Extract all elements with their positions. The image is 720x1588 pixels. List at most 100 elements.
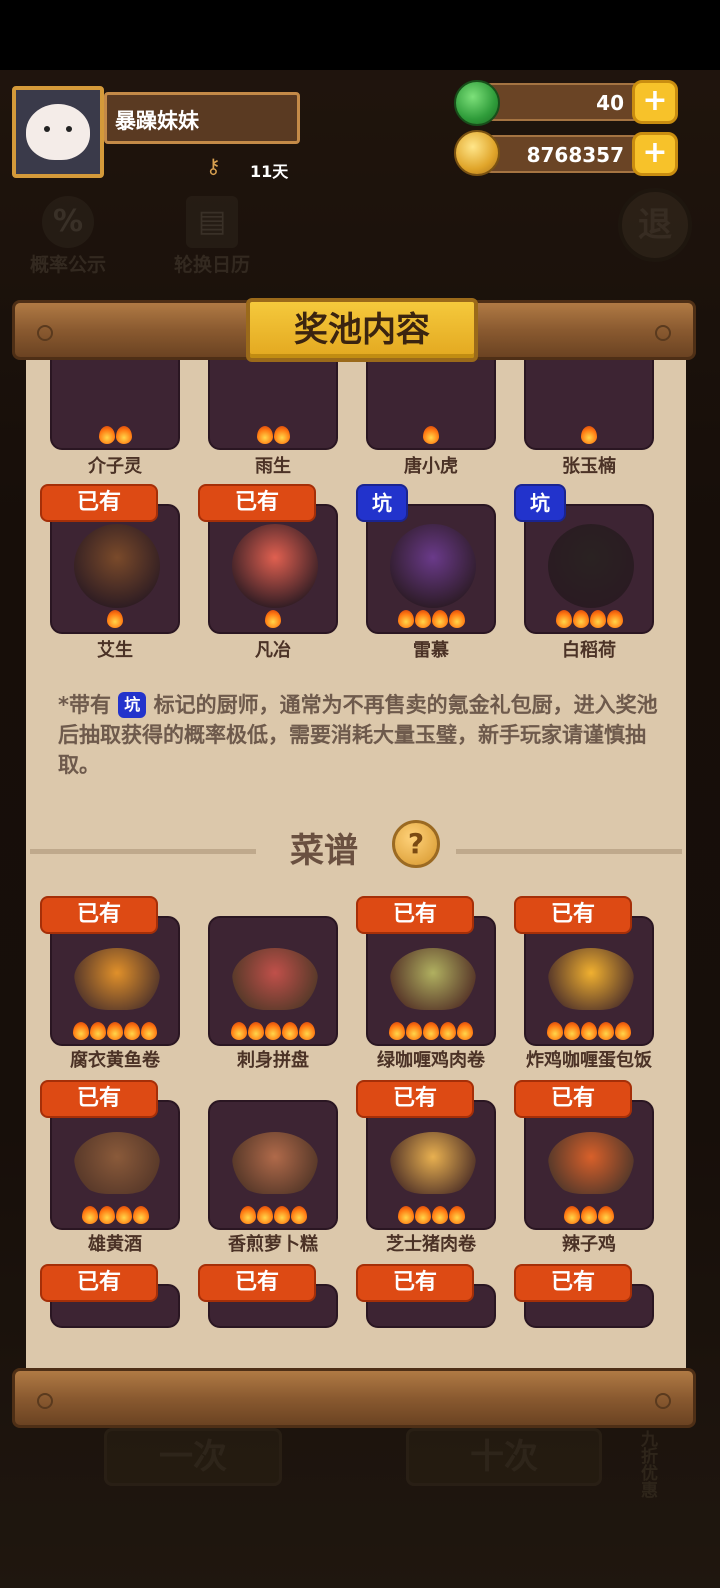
owned-tag: 已有: [356, 1264, 474, 1302]
dish-image: [390, 1132, 476, 1194]
recipe-card[interactable]: [524, 916, 654, 1046]
item-name: 张玉楠: [562, 456, 616, 477]
pool-content-panel[interactable]: 介子灵 雨生 唐小虎 张玉楠 已有 艾生 已有 凡冶坑雷慕坑白稻荷 *带有 坑 标记的厨师，通常…: [26, 356, 686, 1372]
dish-image: [548, 1132, 634, 1194]
owned-tag: 已有: [356, 1080, 474, 1118]
chef-card[interactable]: [208, 356, 338, 450]
key-icon: ⚷: [206, 154, 221, 178]
pit-tag: 坑: [514, 484, 566, 522]
login-days: 11天: [250, 162, 289, 181]
flame-icon: [132, 1206, 149, 1224]
flame-icon: [248, 1022, 264, 1040]
item-name: 唐小虎: [404, 456, 458, 477]
owned-tag: 已有: [198, 484, 316, 522]
owned-tag: 已有: [40, 1080, 158, 1118]
flame-icon: [141, 1022, 157, 1040]
flame-icon: [273, 1206, 290, 1224]
recipe-card[interactable]: [366, 1100, 496, 1230]
flame-icon: [581, 1206, 597, 1224]
flame-icon: [299, 1022, 315, 1040]
item-name: 炸鸡咖喱蛋包饭: [526, 1050, 652, 1071]
flame-icon: [581, 426, 597, 444]
flame-icon: [564, 1022, 580, 1040]
rarity-flames: [526, 426, 652, 444]
chef-card[interactable]: [208, 504, 338, 634]
divider-right: [456, 849, 682, 854]
owned-tag: 已有: [514, 1080, 632, 1118]
flame-icon: [256, 426, 273, 444]
flame-icon: [406, 1022, 422, 1040]
chef-card[interactable]: [366, 504, 496, 634]
gold-coin-icon: [454, 130, 500, 176]
flame-icon: [598, 1206, 614, 1224]
item-name: 艾生: [97, 640, 133, 661]
chef-card[interactable]: [524, 504, 654, 634]
flame-icon: [265, 610, 281, 628]
item-name: 介子灵: [88, 456, 142, 477]
rarity-flames: [210, 610, 336, 628]
chef-card[interactable]: [366, 356, 496, 450]
owned-tag: 已有: [514, 1264, 632, 1302]
flame-icon: [615, 1022, 631, 1040]
dish-image: [232, 948, 318, 1010]
dish-image: [390, 948, 476, 1010]
add-jade-button[interactable]: +: [632, 80, 678, 124]
flame-icon: [256, 1206, 273, 1224]
rarity-flames: [368, 426, 494, 444]
player-avatar[interactable]: [12, 86, 104, 178]
owned-tag: 已有: [40, 896, 158, 934]
recipe-card[interactable]: [208, 916, 338, 1046]
item-name: 辣子鸡: [562, 1234, 616, 1255]
rarity-flames: [52, 1022, 178, 1040]
dish-image: [74, 948, 160, 1010]
flame-icon: [265, 1022, 281, 1040]
flame-icon: [115, 1206, 132, 1224]
flame-icon: [273, 426, 290, 444]
flame-icon: [107, 1022, 123, 1040]
flame-icon: [90, 1022, 106, 1040]
flame-icon: [81, 1206, 98, 1224]
item-name: 香煎萝卜糕: [228, 1234, 318, 1255]
help-icon[interactable]: ?: [392, 820, 440, 868]
pit-badge-inline: 坑: [118, 692, 147, 718]
divider-left: [30, 849, 256, 854]
recipe-card[interactable]: [208, 1100, 338, 1230]
flame-icon: [115, 426, 132, 444]
add-gold-button[interactable]: +: [632, 132, 678, 176]
scroll-rod-bottom[interactable]: [12, 1368, 696, 1428]
chef-portrait: [74, 524, 160, 608]
rarity-flames: [526, 1022, 652, 1040]
flame-icon: [397, 1206, 414, 1224]
dish-image: [232, 1132, 318, 1194]
flame-icon: [457, 1022, 473, 1040]
rarity-flames: [52, 610, 178, 628]
item-name: 刺身拼盘: [237, 1050, 309, 1071]
item-name: 凡冶: [255, 640, 291, 661]
flame-icon: [581, 1022, 597, 1040]
chef-card[interactable]: [524, 356, 654, 450]
rarity-flames: [526, 1206, 652, 1224]
chef-card[interactable]: [50, 504, 180, 634]
rarity-flames: [368, 1206, 494, 1224]
flame-icon: [98, 1206, 115, 1224]
flame-icon: [389, 1022, 405, 1040]
recipes-title: 菜谱: [290, 831, 358, 871]
flame-icon: [440, 1022, 456, 1040]
player-name: 暴躁妹妹: [104, 92, 300, 144]
status-bar: [0, 0, 720, 70]
flame-icon: [397, 610, 414, 628]
recipe-card[interactable]: [50, 916, 180, 1046]
notice-body: 标记的厨师，通常为不再售卖的氪金礼包厨，进入奖池后抽取获得的概率极低，需要消耗大…: [58, 693, 658, 777]
flame-icon: [431, 610, 448, 628]
chef-card[interactable]: [50, 356, 180, 450]
panel-title: 奖池内容: [246, 298, 478, 362]
recipe-card[interactable]: [524, 1100, 654, 1230]
item-name: 雷慕: [413, 640, 449, 661]
recipe-card[interactable]: [366, 916, 496, 1046]
recipe-card[interactable]: [50, 1100, 180, 1230]
flame-icon: [107, 610, 123, 628]
flame-icon: [572, 610, 589, 628]
rarity-flames: [52, 426, 178, 444]
item-name: 雨生: [255, 456, 291, 477]
flame-icon: [73, 1022, 89, 1040]
